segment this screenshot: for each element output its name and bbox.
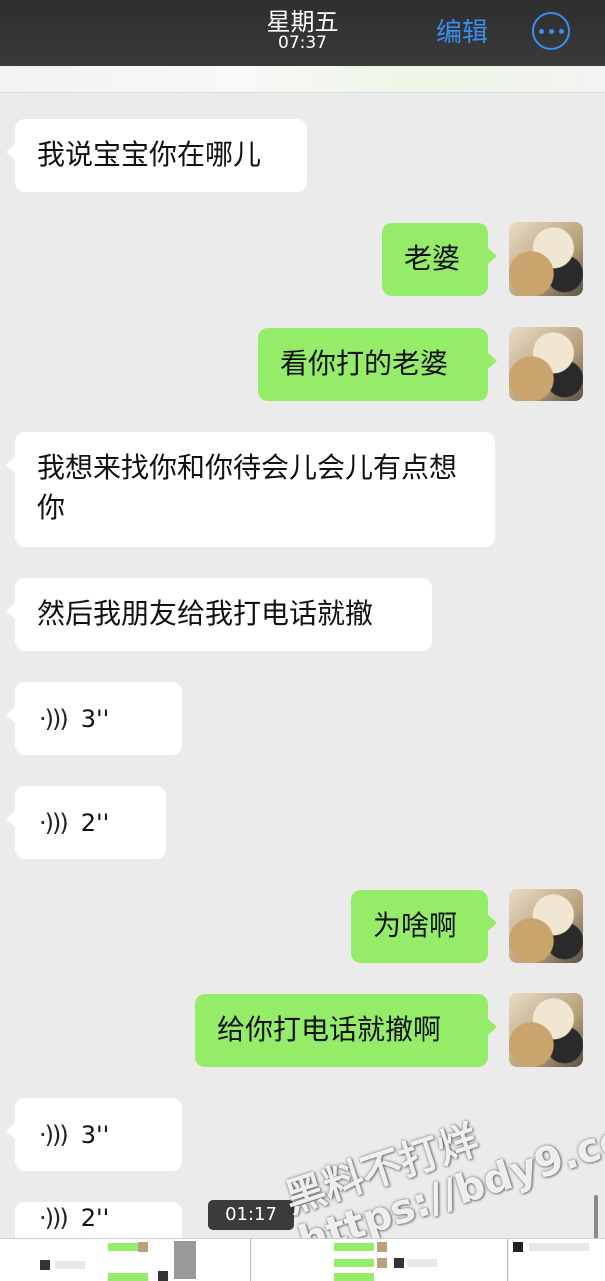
sent-message[interactable]: 老婆 bbox=[382, 223, 497, 296]
message-text: 然后我朋友给我打电话就撤 bbox=[37, 597, 374, 630]
voice-wave-icon: ·))) bbox=[39, 1204, 69, 1232]
top-bar: 星期五 07:37 编辑 bbox=[0, 0, 605, 66]
message-text: 我想来找你和你待会儿会儿有点想你 bbox=[37, 451, 458, 524]
voice-duration: 2'' bbox=[80, 808, 110, 837]
message-text: 给你打电话就撤啊 bbox=[217, 1013, 442, 1046]
chat-time: 07:37 bbox=[278, 33, 327, 53]
voice-message[interactable]: ·))) 3'' bbox=[6, 682, 182, 755]
avatar[interactable] bbox=[509, 993, 583, 1067]
voice-wave-icon: ·))) bbox=[39, 704, 69, 733]
voice-duration: 3'' bbox=[80, 1120, 110, 1149]
received-message[interactable]: 我想来找你和你待会儿会儿有点想你 bbox=[6, 432, 495, 547]
voice-message[interactable]: ·))) 2'' bbox=[6, 786, 166, 859]
voice-duration: 2'' bbox=[80, 1204, 110, 1232]
edit-button[interactable]: 编辑 bbox=[436, 12, 488, 49]
voice-duration: 3'' bbox=[80, 704, 110, 733]
video-timestamp: 01:17 bbox=[208, 1200, 294, 1230]
watermark: 黑料不打烊 https://bdy9.co bbox=[279, 1115, 605, 1265]
sent-message[interactable]: 给你打电话就撤啊 bbox=[195, 994, 497, 1067]
more-options-icon[interactable] bbox=[532, 12, 570, 50]
message-text: 我说宝宝你在哪儿 bbox=[37, 138, 262, 171]
avatar[interactable] bbox=[509, 889, 583, 963]
voice-wave-icon: ·))) bbox=[39, 808, 69, 837]
received-message[interactable]: 然后我朋友给我打电话就撤 bbox=[6, 578, 432, 651]
voice-message[interactable]: ·))) 2'' bbox=[15, 1202, 182, 1238]
avatar[interactable] bbox=[509, 327, 583, 401]
previous-message-strip bbox=[0, 66, 605, 93]
message-text: 老婆 bbox=[404, 242, 461, 275]
sent-message[interactable]: 为啥啊 bbox=[351, 890, 497, 963]
avatar[interactable] bbox=[509, 222, 583, 296]
chat-day: 星期五 bbox=[266, 8, 339, 36]
video-thumbnail-strip[interactable] bbox=[0, 1238, 605, 1281]
message-text: 看你打的老婆 bbox=[280, 347, 449, 380]
received-message[interactable]: 我说宝宝你在哪儿 bbox=[6, 119, 307, 192]
message-text: 为啥啊 bbox=[373, 909, 458, 942]
voice-wave-icon: ·))) bbox=[39, 1120, 69, 1149]
sent-message[interactable]: 看你打的老婆 bbox=[258, 328, 497, 401]
voice-message[interactable]: ·))) 3'' bbox=[6, 1098, 182, 1171]
